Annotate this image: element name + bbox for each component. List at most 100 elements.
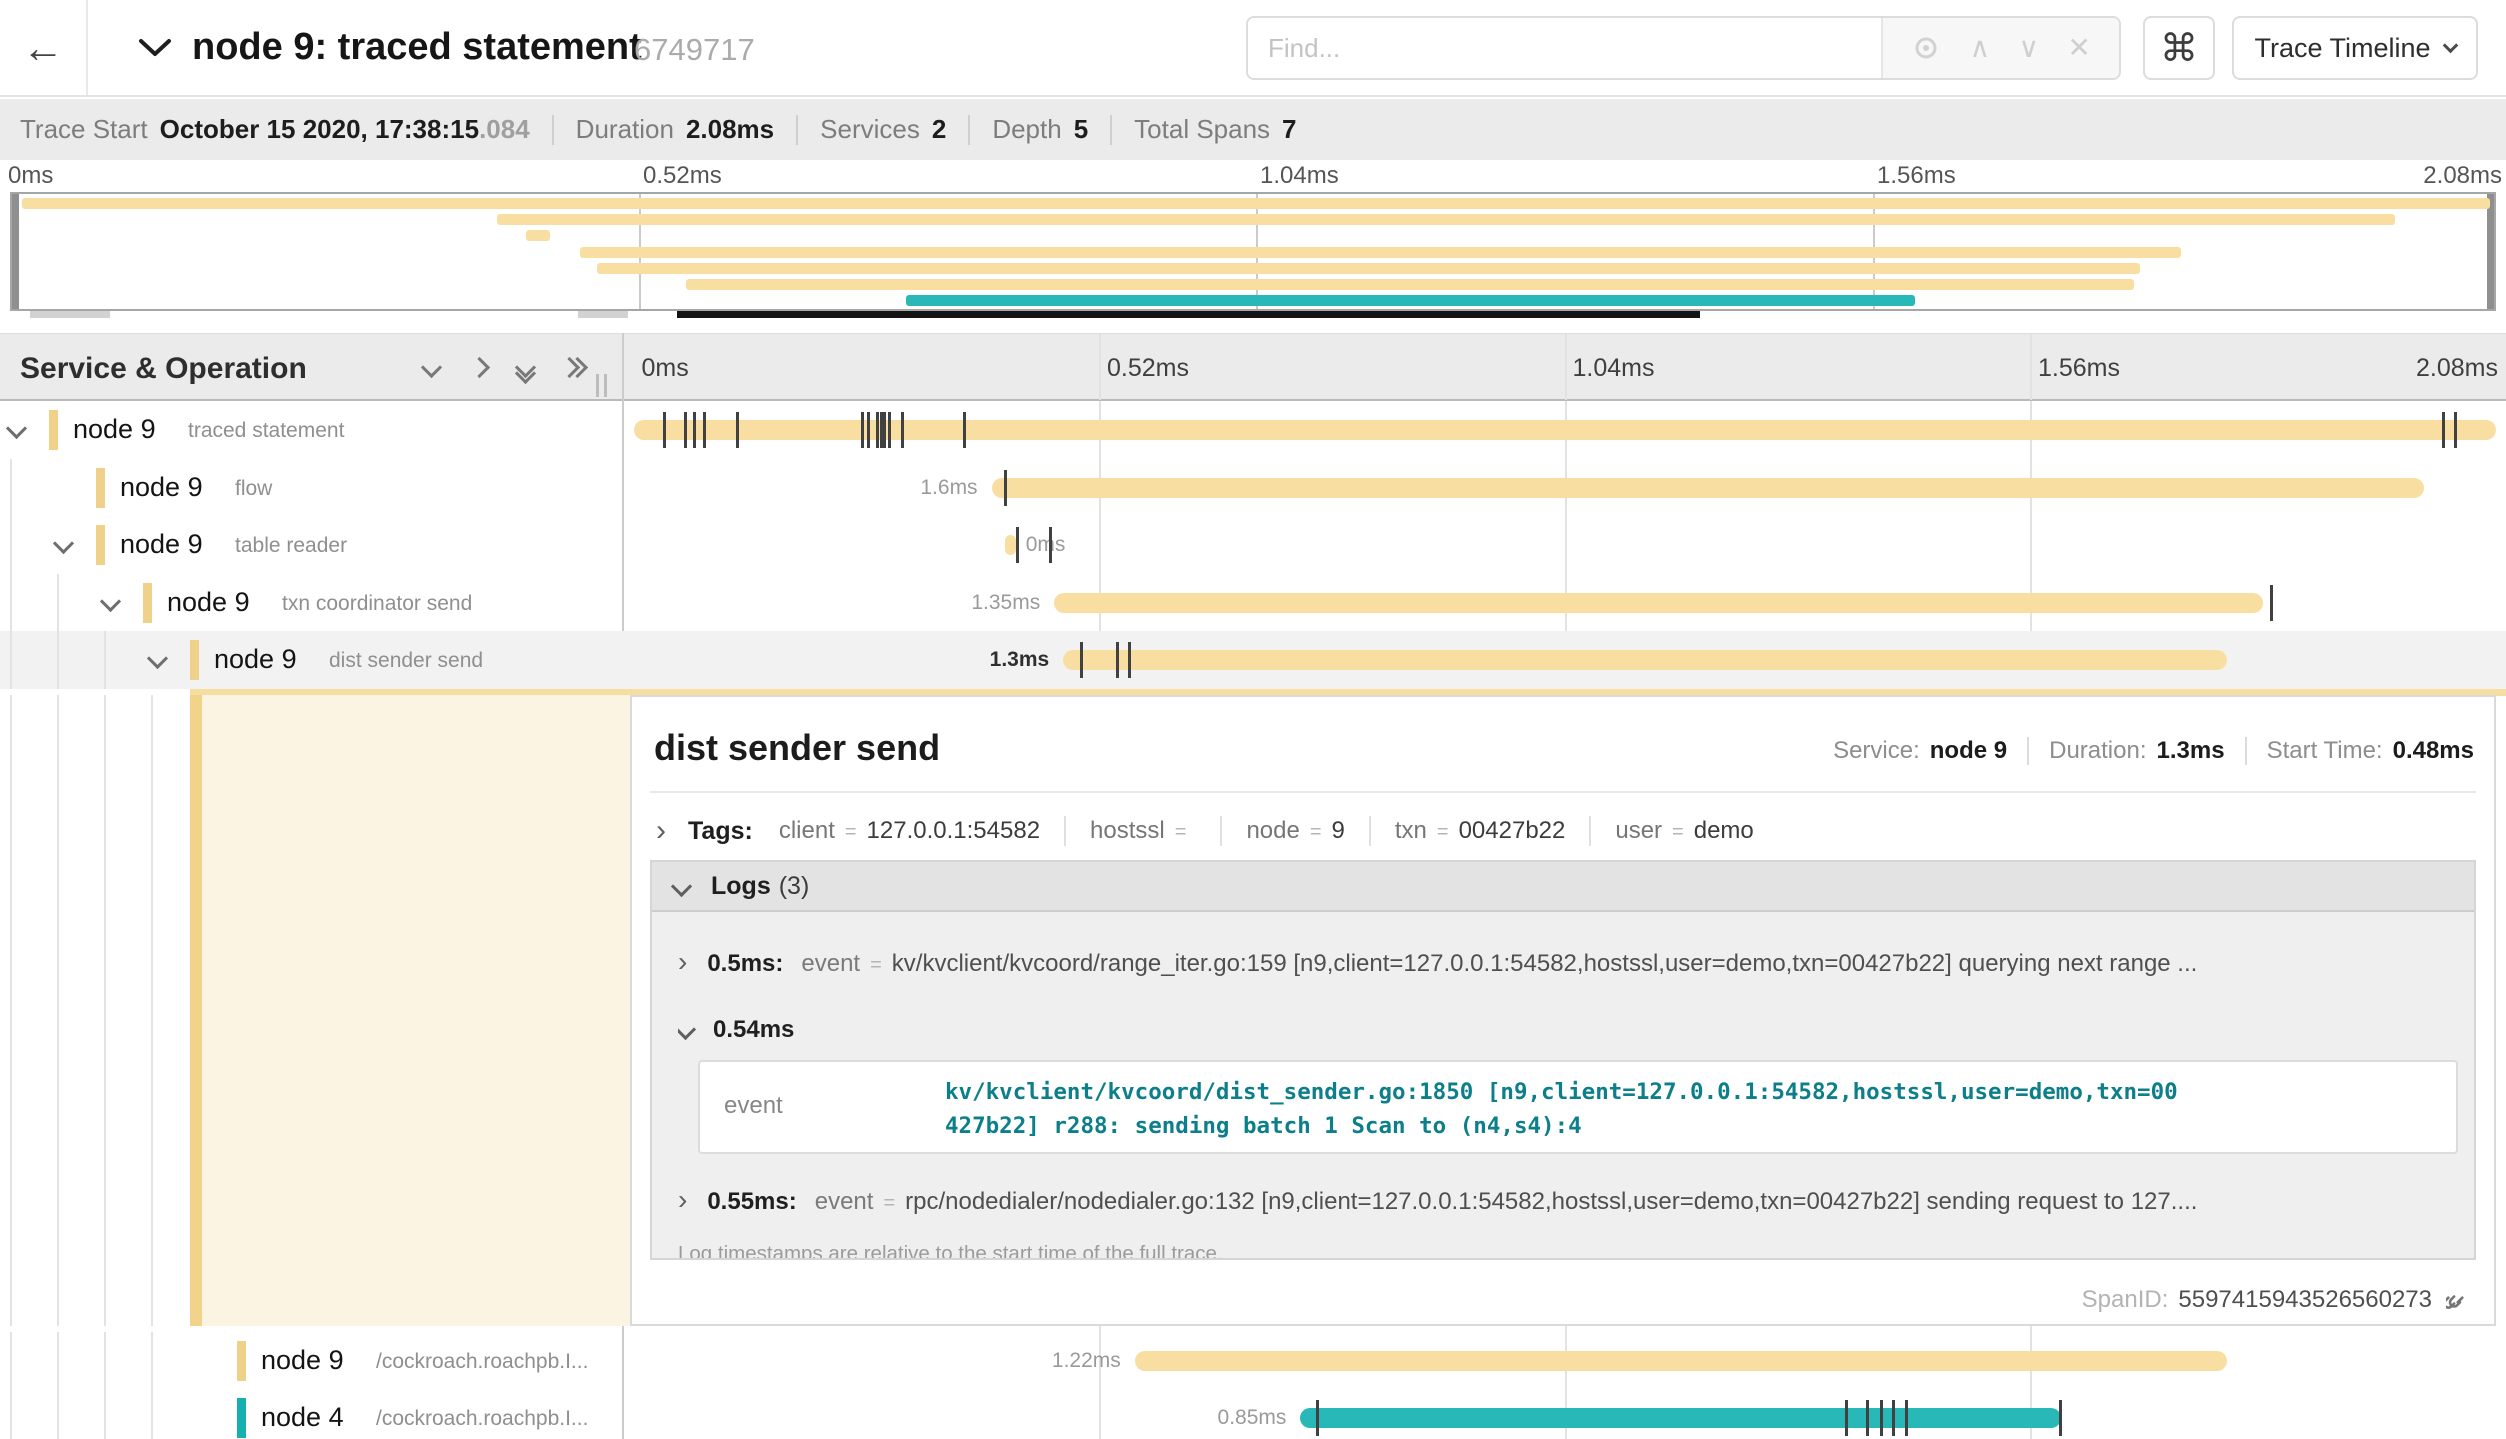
minimap-right-handle[interactable] xyxy=(2487,194,2494,309)
minimap-span-bar xyxy=(497,214,2395,225)
back-button[interactable]: ← xyxy=(0,0,88,95)
find-next-icon[interactable]: ∨ xyxy=(2018,34,2039,62)
span-service-name: node 9 xyxy=(73,414,156,445)
span-log-tick xyxy=(1905,1400,1908,1436)
span-duration-label: 1.35ms xyxy=(844,591,1040,615)
column-resize-handle[interactable] xyxy=(596,374,607,397)
span-log-tick xyxy=(1116,642,1119,678)
span-log-tick xyxy=(1128,642,1131,678)
view-selector-label: Trace Timeline xyxy=(2254,33,2430,64)
minimap-span-bar xyxy=(597,263,2140,274)
span-row[interactable]: node 9flow1.6ms xyxy=(0,459,2506,517)
span-log-tick xyxy=(684,412,687,448)
detail-divider xyxy=(650,791,2476,793)
span-bar[interactable] xyxy=(1300,1408,2061,1428)
span-row[interactable]: node 4/cockroach.roachpb.I...0.85ms xyxy=(0,1389,2506,1439)
collapse-one-icon[interactable] xyxy=(424,360,439,380)
trace-id: 6749717 xyxy=(634,32,755,68)
summary-separator xyxy=(1110,115,1112,145)
link-icon[interactable] xyxy=(2446,1286,2474,1314)
summary-value-suffix: .084 xyxy=(479,114,530,145)
span-detail-meta: Service:node 9Duration:1.3msStart Time:0… xyxy=(1833,737,2474,765)
span-log-tick xyxy=(1080,642,1083,678)
locate-icon[interactable] xyxy=(1911,33,1941,63)
meta-value: node 9 xyxy=(1930,737,2007,765)
meta-separator xyxy=(2245,737,2247,765)
viewport-track-segment[interactable] xyxy=(578,311,628,318)
span-log-tick xyxy=(1049,527,1052,563)
span-log-tick xyxy=(1845,1400,1848,1436)
summary-label: Total Spans xyxy=(1134,114,1270,145)
chevron-down-icon xyxy=(678,1017,693,1043)
tag: node=9 xyxy=(1246,817,1344,845)
span-expander-chevron-down-icon[interactable] xyxy=(150,651,165,671)
trace-timeline-page: ← node 9: traced statement 6749717 ∧ ∨ ✕… xyxy=(0,0,2506,1439)
minimap-span-bar xyxy=(906,295,1915,306)
find-controls: ∧ ∨ ✕ xyxy=(1881,18,2119,78)
span-operation-name: txn coordinator send xyxy=(282,592,472,616)
span-row[interactable]: node 9/cockroach.roachpb.I...1.22ms xyxy=(0,1332,2506,1390)
minimap-canvas[interactable] xyxy=(10,192,2496,311)
span-id-value: 5597415943526560273 xyxy=(2178,1286,2432,1314)
view-selector-button[interactable]: Trace Timeline xyxy=(2232,16,2478,80)
tree-guide-line xyxy=(57,1332,59,1390)
log-entry-expanded[interactable]: 0.54ms xyxy=(678,1016,2474,1044)
app-header: ← node 9: traced statement 6749717 ∧ ∨ ✕… xyxy=(0,0,2506,97)
event-field-value: kv/kvclient/kvcoord/dist_sender.go:1850 … xyxy=(945,1075,2178,1143)
span-service-name: node 9 xyxy=(120,472,203,503)
span-bar[interactable] xyxy=(1005,535,1016,555)
selected-span-tree-guide xyxy=(190,695,202,1326)
meta-label: Duration: xyxy=(2049,737,2146,765)
span-bar[interactable] xyxy=(1054,593,2263,613)
span-expander-chevron-down-icon[interactable] xyxy=(9,421,24,441)
tree-guide-line xyxy=(10,631,12,689)
span-row[interactable]: node 9table reader0ms xyxy=(0,516,2506,574)
span-expander-chevron-down-icon[interactable] xyxy=(103,594,118,614)
collapse-all-icon[interactable] xyxy=(518,360,533,380)
tag-separator xyxy=(1589,816,1591,846)
find-clear-icon[interactable]: ✕ xyxy=(2067,34,2090,62)
span-color-marker xyxy=(96,525,105,565)
logs-header[interactable]: Logs (3) xyxy=(652,862,2474,912)
minimap-left-handle[interactable] xyxy=(12,194,19,309)
viewport-thumb[interactable] xyxy=(677,311,1700,318)
tag-key: node xyxy=(1246,817,1299,845)
log-value: rpc/nodedialer/nodedialer.go:132 [n9,cli… xyxy=(905,1188,2474,1216)
span-log-tick xyxy=(1004,470,1007,506)
span-row[interactable]: node 9dist sender send1.3ms xyxy=(0,631,2506,689)
log-key: event xyxy=(815,1188,874,1216)
summary-item: Depth5 xyxy=(992,114,1088,145)
span-row[interactable]: node 9traced statement xyxy=(0,401,2506,459)
span-row[interactable]: node 9 txn coordinator send 1.35ms xyxy=(0,574,2506,632)
span-bar[interactable] xyxy=(634,420,2496,440)
tag-key: txn xyxy=(1395,817,1427,845)
summary-separator xyxy=(552,115,554,145)
chevron-right-icon: › xyxy=(678,946,687,978)
log-entry[interactable]: › 0.5ms: event = kv/kvclient/kvcoord/ran… xyxy=(678,912,2474,978)
logs-section: Logs (3) › 0.5ms: event = kv/kvclient/kv… xyxy=(650,860,2476,1260)
span-log-tick xyxy=(736,412,739,448)
span-id-label: SpanID: xyxy=(2082,1286,2169,1314)
span-color-marker xyxy=(143,583,152,623)
tree-guide-line xyxy=(151,1389,153,1439)
gutter-tree-guide-line xyxy=(10,695,12,1326)
find-input[interactable] xyxy=(1248,18,1881,78)
span-service-name: node 9 xyxy=(167,587,250,618)
find-prev-icon[interactable]: ∧ xyxy=(1970,34,1991,62)
span-bar[interactable] xyxy=(992,478,2424,498)
span-service-name: node 4 xyxy=(261,1402,344,1433)
expand-all-icon[interactable] xyxy=(562,360,585,380)
event-field-key: event xyxy=(724,1092,783,1120)
span-bar[interactable] xyxy=(1135,1351,2227,1371)
span-expander-chevron-down-icon[interactable] xyxy=(56,536,71,556)
expand-one-icon[interactable] xyxy=(472,360,487,380)
tags-row[interactable]: › Tags: client=127.0.0.1:54582hostssl=no… xyxy=(656,809,1754,853)
keyboard-shortcuts-button[interactable]: ⌘ xyxy=(2143,16,2215,80)
event-value-line: kv/kvclient/kvcoord/dist_sender.go:1850 … xyxy=(945,1075,2178,1109)
tree-guide-line xyxy=(10,1332,12,1390)
viewport-track-segment[interactable] xyxy=(30,311,110,318)
tag-separator xyxy=(1369,816,1371,846)
collapse-trace-chevron-icon[interactable] xyxy=(138,38,172,58)
span-bar[interactable] xyxy=(1063,650,2227,670)
log-entry[interactable]: › 0.55ms: event = rpc/nodedialer/nodedia… xyxy=(678,1184,2474,1216)
